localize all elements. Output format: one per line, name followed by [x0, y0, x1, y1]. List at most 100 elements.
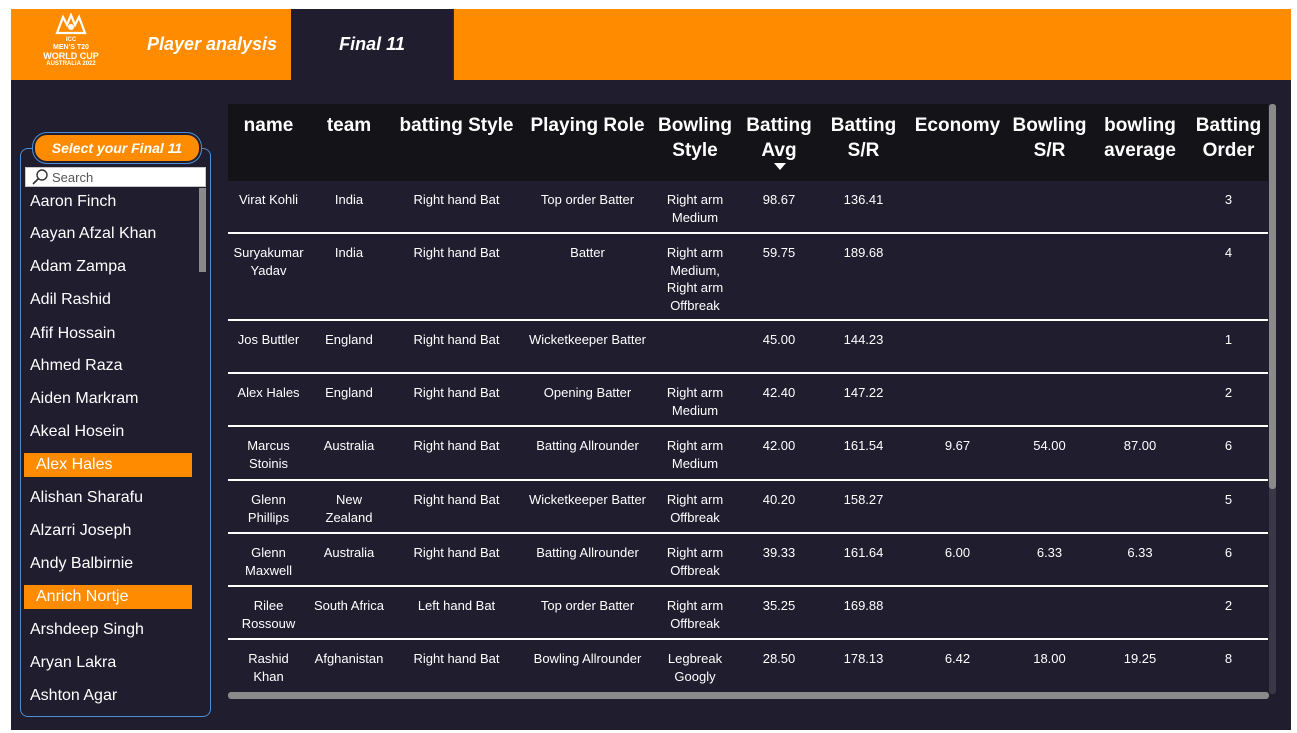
slicer-item[interactable]: Akeal Hosein — [24, 420, 192, 444]
slicer-item[interactable]: Aaron Finch — [24, 190, 192, 214]
table-cell: Right hand Bat — [413, 385, 500, 400]
slicer-list: Aaron Finch Aayan Afzal Khan Adam Zampa Adi… — [24, 188, 199, 713]
table-cell: New Zealand — [325, 492, 373, 525]
search-icon — [32, 169, 48, 185]
table-row[interactable]: Glenn Maxwell Australia Right hand Bat Batt… — [228, 534, 1268, 587]
table-cell: India — [334, 192, 364, 207]
table-cell: 161.64 — [843, 545, 884, 560]
column-header-label: name — [243, 115, 294, 136]
slicer-search-box[interactable] — [25, 167, 206, 187]
slicer-item[interactable]: Afif Hossain — [24, 322, 192, 346]
table-cell: England — [325, 385, 373, 400]
slicer-scrollbar[interactable] — [199, 188, 206, 272]
table-cell: 45.00 — [762, 332, 796, 347]
table-row[interactable]: Rashid Khan Afghanistan Right hand Bat Bowl… — [228, 640, 1268, 689]
table-cell: Rilee Rossouw — [241, 598, 296, 631]
table-cell: 3 — [1224, 192, 1233, 207]
table-cell: Marcus Stoinis — [247, 438, 290, 471]
slicer-item[interactable]: Alzarri Joseph — [24, 519, 192, 543]
slicer-item[interactable]: Aryan Lakra — [24, 651, 192, 675]
table-cell: Right arm Offbreak — [666, 598, 724, 631]
column-header-label: Batting Order — [1195, 115, 1262, 161]
table-cell: 161.54 — [843, 438, 884, 453]
table-cell: Batting Allrounder — [536, 545, 639, 560]
column-header[interactable]: Playing Role — [524, 104, 651, 181]
slicer-item[interactable]: Ahmed Raza — [24, 354, 192, 378]
logo-line-4: AUSTRALIA 2022 — [46, 61, 96, 67]
slicer-item[interactable]: Arshdeep Singh — [24, 618, 192, 642]
table-cell: 8 — [1224, 651, 1233, 666]
slicer-item[interactable]: Ashton Agar — [24, 684, 192, 708]
table-cell: 19.25 — [1123, 651, 1157, 666]
table-cell: 28.50 — [762, 651, 796, 666]
column-header-label: Batting S/R — [830, 115, 897, 161]
table-cell: South Africa — [313, 598, 385, 613]
tab-player-analysis[interactable]: Player analysis — [133, 9, 291, 80]
slicer-item[interactable]: Alex Hales — [24, 453, 192, 477]
column-header[interactable]: name — [228, 104, 309, 181]
column-header-label: batting Style — [399, 115, 514, 136]
table-cell: England — [325, 332, 373, 347]
table-cell: 87.00 — [1123, 438, 1157, 453]
table-cell: 178.13 — [843, 651, 884, 666]
slicer-item[interactable]: Alishan Sharafu — [24, 486, 192, 510]
table-row[interactable]: Glenn Phillips New Zealand Right hand Bat W… — [228, 481, 1268, 534]
table-vertical-scrollbar[interactable] — [1269, 104, 1276, 489]
table-cell: Afghanistan — [314, 651, 384, 666]
column-header[interactable]: Batting S/R — [819, 104, 908, 181]
table-cell: Right arm Medium — [666, 438, 724, 471]
table-cell: Left hand Bat — [417, 598, 496, 613]
table-cell: Glenn Phillips — [247, 492, 290, 525]
table-cell: Right hand Bat — [413, 651, 500, 666]
table-cell: Rashid Khan — [248, 651, 289, 684]
table-row[interactable]: Rilee Rossouw South Africa Left hand Bat To… — [228, 587, 1268, 640]
slicer-title: Select your Final 11 — [35, 135, 199, 161]
sort-descending-icon[interactable] — [774, 163, 786, 170]
slicer-item[interactable]: Adam Zampa — [24, 255, 192, 279]
slicer-item[interactable]: Adil Rashid — [24, 288, 192, 312]
table-row[interactable]: Suryakumar Yadav India Right hand Bat Batte… — [228, 234, 1268, 321]
table-cell: Alex Hales — [237, 385, 300, 400]
table-cell: 158.27 — [843, 492, 884, 507]
table-row[interactable]: Marcus Stoinis Australia Right hand Bat Bat… — [228, 427, 1268, 481]
table-cell: 1 — [1224, 332, 1233, 347]
table-cell: Legbreak Googly — [667, 651, 723, 684]
table-cell: 42.40 — [762, 385, 796, 400]
slicer-item[interactable]: Andy Balbirnie — [24, 552, 192, 576]
table-cell: 6.33 — [1127, 545, 1153, 560]
logo-line-1: ICC — [65, 37, 77, 43]
table-horizontal-scrollbar[interactable] — [228, 692, 1269, 699]
column-header[interactable]: bowling average — [1092, 104, 1188, 181]
column-header[interactable]: Economy — [908, 104, 1007, 181]
column-header[interactable]: batting Style — [389, 104, 524, 181]
table-cell: 5 — [1224, 492, 1233, 507]
table-cell: Top order Batter — [540, 598, 635, 613]
final-11-table: name team batting Style Playing Role Bowling… — [228, 104, 1268, 689]
table-cell: 35.25 — [762, 598, 796, 613]
tab-final-11[interactable]: Final 11 — [291, 9, 453, 80]
search-input[interactable] — [50, 168, 192, 186]
slicer-item[interactable]: Anrich Nortje — [24, 585, 192, 609]
table-cell: Top order Batter — [540, 192, 635, 207]
table-cell: 98.67 — [762, 192, 796, 207]
table-row[interactable]: Alex Hales England Right hand Bat Opening B… — [228, 374, 1268, 427]
table-cell: Jos Buttler — [237, 332, 300, 347]
table-cell: 144.23 — [843, 332, 884, 347]
table-cell: 6 — [1224, 545, 1233, 560]
table-row[interactable]: Jos Buttler England Right hand Bat Wicketke… — [228, 321, 1268, 374]
table-cell: 6 — [1224, 438, 1233, 453]
table-cell: 6.33 — [1036, 545, 1063, 560]
logo-line-3: WORLD CUP — [43, 51, 99, 61]
column-header[interactable]: team — [309, 104, 389, 181]
column-header[interactable]: Bowling Style — [651, 104, 739, 181]
table-cell: 4 — [1224, 245, 1233, 260]
table-cell: 147.22 — [843, 385, 884, 400]
header-fill — [453, 9, 1291, 80]
table-row[interactable]: Virat Kohli India Right hand Bat Top order … — [228, 181, 1268, 234]
column-header[interactable]: Bowling S/R — [1007, 104, 1092, 181]
slicer-item[interactable]: Aiden Markram — [24, 387, 192, 411]
column-header[interactable]: Batting Avg — [739, 104, 819, 181]
table-cell: Batter — [570, 245, 605, 260]
column-header[interactable]: Batting Order — [1188, 104, 1268, 181]
slicer-item[interactable]: Aayan Afzal Khan — [24, 222, 192, 246]
